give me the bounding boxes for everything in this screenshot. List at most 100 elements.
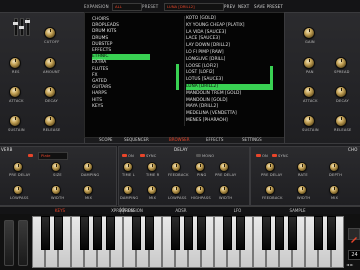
preset-item-selected[interactable]: LUNA [DRILL2] bbox=[186, 84, 270, 91]
octave-arrows[interactable]: ◄ ► bbox=[346, 262, 353, 267]
black-key[interactable] bbox=[132, 216, 141, 250]
black-key[interactable] bbox=[223, 216, 232, 250]
chorus-predelay-label: PRE DELAY bbox=[261, 173, 283, 177]
delay-damping-knob[interactable] bbox=[124, 186, 132, 194]
black-key[interactable] bbox=[288, 216, 297, 250]
preset-list[interactable]: KOTO [GOLD] KY YOUNG CHEAP [PLATIX] LA V… bbox=[186, 16, 270, 128]
preset-item[interactable]: LOST [LOFI2] bbox=[186, 70, 270, 76]
next-button[interactable]: NEXT bbox=[238, 4, 249, 9]
black-key[interactable] bbox=[41, 216, 50, 250]
chorus-sync-toggle[interactable] bbox=[272, 154, 277, 157]
osc-sliders[interactable] bbox=[12, 16, 36, 38]
tab-xpression-label[interactable]: XPRESSION bbox=[100, 207, 145, 214]
preset-item[interactable]: LO FI PIMP [RAW] bbox=[186, 50, 270, 56]
preset-item[interactable]: MANDOLIN [GOLD] bbox=[186, 98, 270, 104]
delay-ping-knob[interactable] bbox=[196, 163, 204, 171]
category-item[interactable]: KEYS bbox=[92, 104, 150, 110]
save-preset-button[interactable]: SAVE PRESET bbox=[254, 4, 283, 9]
reverb-predelay-knob[interactable] bbox=[14, 163, 22, 171]
black-key[interactable] bbox=[171, 216, 180, 250]
preset-label: PRESET bbox=[142, 4, 159, 9]
pan-knob[interactable] bbox=[304, 58, 314, 68]
preset-item[interactable]: LONGLIVE [DRILL] bbox=[186, 57, 270, 63]
preset-item[interactable]: MAYA [DRILL2] bbox=[186, 104, 270, 110]
preset-item[interactable]: LAY DOWN [DRILL2] bbox=[186, 43, 270, 49]
category-list[interactable]: CHOIRS DROPLEADS DRUM KITS DRUMS DUBSTEP… bbox=[92, 17, 150, 117]
chorus-sync-label: SYNC bbox=[278, 154, 289, 158]
category-scrollbar[interactable] bbox=[176, 64, 179, 90]
reverb-preset-dropdown[interactable]: Plate bbox=[38, 152, 68, 160]
black-key[interactable] bbox=[80, 216, 89, 250]
preset-item[interactable]: LA VIDA [SAUCE3] bbox=[186, 30, 270, 36]
chorus-mix-knob[interactable] bbox=[330, 186, 338, 194]
reverb-size-knob[interactable] bbox=[52, 163, 60, 171]
black-key[interactable] bbox=[262, 216, 271, 250]
preset-item[interactable]: LACE [SAUCE3] bbox=[186, 36, 270, 42]
delay-time-l-knob[interactable] bbox=[124, 163, 132, 171]
amp-release-knob[interactable] bbox=[336, 116, 346, 126]
delay-feedback-knob[interactable] bbox=[172, 163, 180, 171]
edit-icon[interactable] bbox=[348, 228, 360, 243]
chorus-width-knob[interactable] bbox=[298, 186, 306, 194]
preset-item[interactable]: KOTO [GOLD] bbox=[186, 16, 270, 22]
filter-sustain-knob[interactable] bbox=[10, 116, 20, 126]
black-key[interactable] bbox=[275, 216, 284, 250]
delay-time-r-knob[interactable] bbox=[148, 163, 156, 171]
black-key[interactable] bbox=[314, 216, 323, 250]
delay-title: DELAY bbox=[174, 147, 188, 152]
reverb-toggle[interactable] bbox=[28, 154, 33, 157]
preset-item[interactable]: MENES [PHARAOH] bbox=[186, 118, 270, 124]
preset-item[interactable]: MANDOLIN TREM [GOLD] bbox=[186, 91, 270, 97]
amp-sustain-knob[interactable] bbox=[304, 116, 314, 126]
chorus-predelay-knob[interactable] bbox=[266, 163, 274, 171]
delay-mix-knob[interactable] bbox=[148, 186, 156, 194]
expansion-dropdown[interactable]: ALL bbox=[112, 3, 142, 11]
black-key[interactable] bbox=[184, 216, 193, 250]
filter-decay-knob[interactable] bbox=[45, 87, 55, 97]
amp-decay-knob[interactable] bbox=[336, 87, 346, 97]
reverb-mix-knob[interactable] bbox=[84, 186, 92, 194]
chorus-feedback-knob[interactable] bbox=[266, 186, 274, 194]
tab-sample[interactable]: SAMPLE bbox=[275, 207, 320, 214]
chorus-depth-knob[interactable] bbox=[330, 163, 338, 171]
black-key[interactable] bbox=[54, 216, 63, 250]
delay-sync-toggle[interactable] bbox=[140, 154, 145, 157]
delay-mono-toggle[interactable] bbox=[196, 154, 201, 157]
black-key[interactable] bbox=[93, 216, 102, 250]
black-key[interactable] bbox=[197, 216, 206, 250]
pitch-wheel[interactable] bbox=[4, 220, 14, 266]
preset-item[interactable]: LOOSE [LOFI2] bbox=[186, 64, 270, 70]
black-key[interactable] bbox=[145, 216, 154, 250]
reverb-damping-knob[interactable] bbox=[84, 163, 92, 171]
filter-release-knob[interactable] bbox=[45, 116, 55, 126]
delay-predelay-knob[interactable] bbox=[220, 163, 228, 171]
preset-item[interactable]: KY YOUNG CHEAP [PLATIX] bbox=[186, 23, 270, 29]
amount-knob[interactable] bbox=[45, 58, 55, 68]
preset-item[interactable]: MEDELINA [VENDETTA] bbox=[186, 111, 270, 117]
mod-wheel[interactable] bbox=[18, 220, 28, 266]
prev-button[interactable]: PREV bbox=[224, 4, 235, 9]
filter-attack-knob[interactable] bbox=[10, 87, 20, 97]
delay-highpass-knob[interactable] bbox=[196, 186, 204, 194]
delay-on-toggle[interactable] bbox=[122, 154, 127, 157]
chorus-rate-knob[interactable] bbox=[298, 163, 306, 171]
cutoff-knob[interactable] bbox=[45, 28, 55, 38]
black-key[interactable] bbox=[236, 216, 245, 250]
reverb-width-knob[interactable] bbox=[52, 186, 60, 194]
black-key[interactable] bbox=[327, 216, 336, 250]
chorus-on-toggle[interactable] bbox=[256, 154, 261, 157]
amp-attack-knob[interactable] bbox=[304, 87, 314, 97]
res-knob[interactable] bbox=[10, 58, 20, 68]
piano-keyboard[interactable] bbox=[32, 216, 344, 268]
preset-dropdown[interactable]: LUNA [DRILL2] bbox=[164, 3, 224, 11]
delay-width-knob[interactable] bbox=[220, 186, 228, 194]
black-key[interactable] bbox=[106, 216, 115, 250]
tab-lfo[interactable]: LFO bbox=[215, 207, 260, 214]
delay-lowpass-knob[interactable] bbox=[172, 186, 180, 194]
preset-item[interactable]: LOTUS [SAUCE3] bbox=[186, 77, 270, 83]
reverb-lowpass-knob[interactable] bbox=[14, 186, 22, 194]
tab-adsr[interactable]: ADSR bbox=[160, 207, 202, 214]
spread-knob[interactable] bbox=[336, 58, 346, 68]
preset-scrollbar[interactable] bbox=[270, 66, 273, 90]
gain-knob[interactable] bbox=[304, 28, 314, 38]
